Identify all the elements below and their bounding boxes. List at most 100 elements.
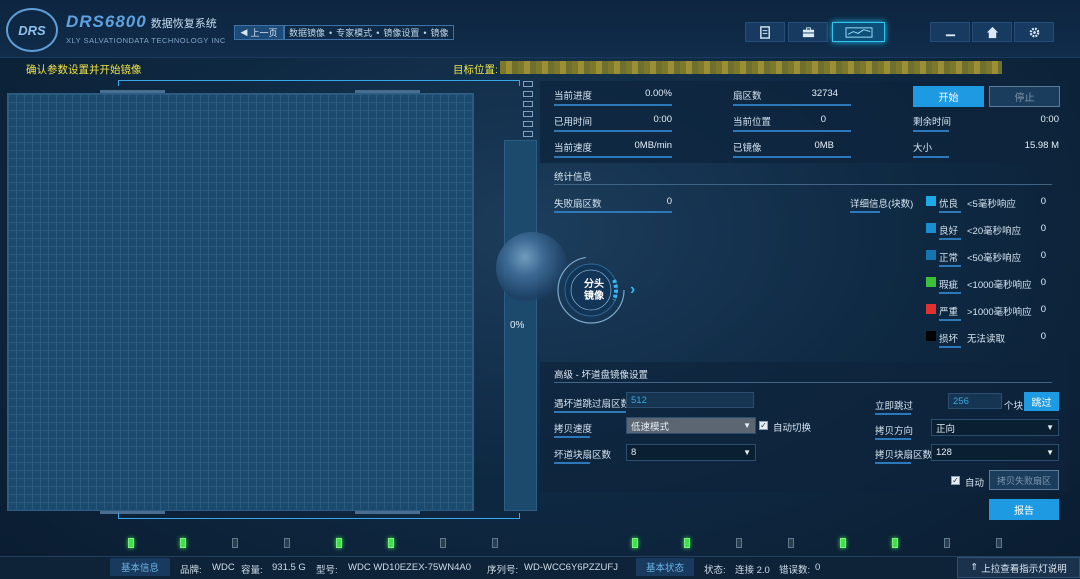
indicator-led <box>232 538 238 548</box>
skip-sectors-input[interactable] <box>626 392 754 408</box>
monitor-button[interactable] <box>832 22 885 42</box>
capacity-label: 容量: <box>241 565 263 576</box>
indicator-led <box>944 538 950 548</box>
home-button[interactable] <box>972 22 1012 42</box>
settings-button[interactable] <box>1014 22 1054 42</box>
stat-value: 0 <box>820 114 826 125</box>
map-bracket-top <box>118 80 520 86</box>
minimize-button[interactable] <box>930 22 970 42</box>
breadcrumb-item[interactable]: 专家模式 <box>336 26 372 39</box>
stat-label: 扇区数 <box>733 91 762 102</box>
stat-label: 当前位置 <box>733 117 772 128</box>
brand-value: WDC <box>212 562 235 573</box>
back-label: 上一页 <box>250 28 278 38</box>
indicator-led <box>736 538 742 548</box>
map-indicator-column <box>523 81 533 141</box>
mirror-mode-label: 分头 镜像 <box>584 279 604 302</box>
start-button[interactable]: 开始 <box>913 86 984 107</box>
immediate-skip-input[interactable] <box>948 393 1002 409</box>
legend-name: 损坏 <box>939 334 959 345</box>
serial-value: WD-WCC6Y6PZZUFJ <box>524 562 618 573</box>
sector-map <box>7 93 474 511</box>
error-value: 0 <box>815 562 821 573</box>
bad-block-value: 8 <box>631 447 637 458</box>
indicator-led <box>684 538 690 548</box>
stat-label: 已用时间 <box>554 117 593 128</box>
legend-desc: <5毫秒响应 <box>967 199 1016 210</box>
auto-label: 自动 <box>965 478 985 489</box>
dropdown-arrow-icon: ▼ <box>1046 448 1054 457</box>
indicator-led <box>180 538 186 548</box>
copy-direction-value: 正向 <box>936 423 956 435</box>
skip-button[interactable]: 跳过 <box>1024 392 1059 411</box>
auto-switch-checkbox[interactable]: ✓ <box>759 421 768 430</box>
instruction-text: 确认参数设置并开始镜像 <box>26 64 142 76</box>
legend-desc: 无法读取 <box>967 334 1006 345</box>
toolbox-button[interactable] <box>788 22 828 42</box>
stop-button: 停止 <box>989 86 1060 107</box>
tab-basic-status[interactable]: 基本状态 <box>636 558 694 576</box>
arrow-left-icon: ◀ <box>240 27 248 37</box>
failed-sectors-value: 0 <box>666 196 672 207</box>
indicator-led <box>892 538 898 548</box>
chevron-right-icon[interactable]: › <box>630 281 635 299</box>
copy-direction-select[interactable]: 正向 ▼ <box>931 419 1059 436</box>
advanced-title: 高级 - 坏道盘镜像设置 <box>554 370 648 381</box>
dropdown-arrow-icon: ▼ <box>743 421 751 430</box>
bad-block-label: 坏道块扇区数 <box>554 450 612 461</box>
status-value: 连接 2.0 <box>735 565 770 576</box>
detail-label: 详细信息(块数) <box>850 199 914 210</box>
indicator-led <box>840 538 846 548</box>
indicator-led <box>632 538 638 548</box>
capacity-value: 931.5 G <box>272 562 306 573</box>
copy-block-value: 128 <box>936 447 952 458</box>
status-label: 状态: <box>704 565 726 576</box>
stat-label: 剩余时间 <box>913 117 952 128</box>
logo-text: DRS <box>18 22 46 38</box>
copy-failed-sectors-button: 拷贝失败扇区 <box>989 470 1059 490</box>
legend-name: 严重 <box>939 307 959 318</box>
chevron-up-icon: ⇑ <box>970 562 979 573</box>
toolbox-icon <box>802 26 814 37</box>
statistics-title: 统计信息 <box>554 172 593 183</box>
serial-label: 序列号: <box>487 565 519 576</box>
stat-value: 0MB/min <box>634 140 672 151</box>
tab-basic-info[interactable]: 基本信息 <box>110 558 170 576</box>
breadcrumb: 数据镜像 • 专家模式 • 镜像设置 • 镜像 <box>284 25 454 40</box>
legend-name: 正常 <box>939 253 959 264</box>
copy-direction-label: 拷贝方向 <box>875 426 914 437</box>
monitor-icon <box>845 26 872 38</box>
app-subtitle: XLY SALVATIONDATA TECHNOLOGY INC <box>66 36 226 45</box>
bad-block-select[interactable]: 8 ▼ <box>626 444 756 461</box>
stat-label: 当前进度 <box>554 91 593 102</box>
report-tool-button[interactable] <box>745 22 785 42</box>
copy-speed-select[interactable]: 低速模式 ▼ <box>626 417 756 434</box>
auto-switch-label: 自动切换 <box>773 423 812 434</box>
indicator-led <box>388 538 394 548</box>
target-path-field <box>500 61 1002 74</box>
minimize-icon <box>945 33 955 36</box>
app-name-text: DRS6800 <box>66 12 147 31</box>
stat-label: 当前速度 <box>554 143 593 154</box>
breadcrumb-item[interactable]: 数据镜像 <box>289 26 325 39</box>
copy-speed-value: 低速模式 <box>631 421 670 433</box>
legend-value: 0 <box>1040 277 1046 288</box>
legend-swatch <box>926 304 936 314</box>
breadcrumb-item[interactable]: 镜像设置 <box>383 26 419 39</box>
stat-value: 0.00% <box>645 88 672 99</box>
legend-value: 0 <box>1040 331 1046 342</box>
breadcrumb-item[interactable]: 镜像 <box>431 26 449 39</box>
dropdown-arrow-icon: ▼ <box>1046 423 1054 432</box>
back-button[interactable]: ◀ 上一页 <box>234 25 284 40</box>
stat-value: 0MB <box>814 140 834 151</box>
legend-swatch <box>926 250 936 260</box>
copy-speed-label: 拷贝速度 <box>554 424 593 435</box>
report-button[interactable]: 报告 <box>989 499 1059 520</box>
indicator-led <box>492 538 498 548</box>
led-help-button[interactable]: ⇑ 上拉查看指示灯说明 <box>957 557 1080 578</box>
auto-checkbox[interactable]: ✓ <box>951 476 960 485</box>
legend-desc: >1000毫秒响应 <box>967 307 1032 318</box>
copy-block-select[interactable]: 128 ▼ <box>931 444 1059 461</box>
legend-name: 瑕疵 <box>939 280 959 291</box>
stat-value: 32734 <box>811 88 838 99</box>
